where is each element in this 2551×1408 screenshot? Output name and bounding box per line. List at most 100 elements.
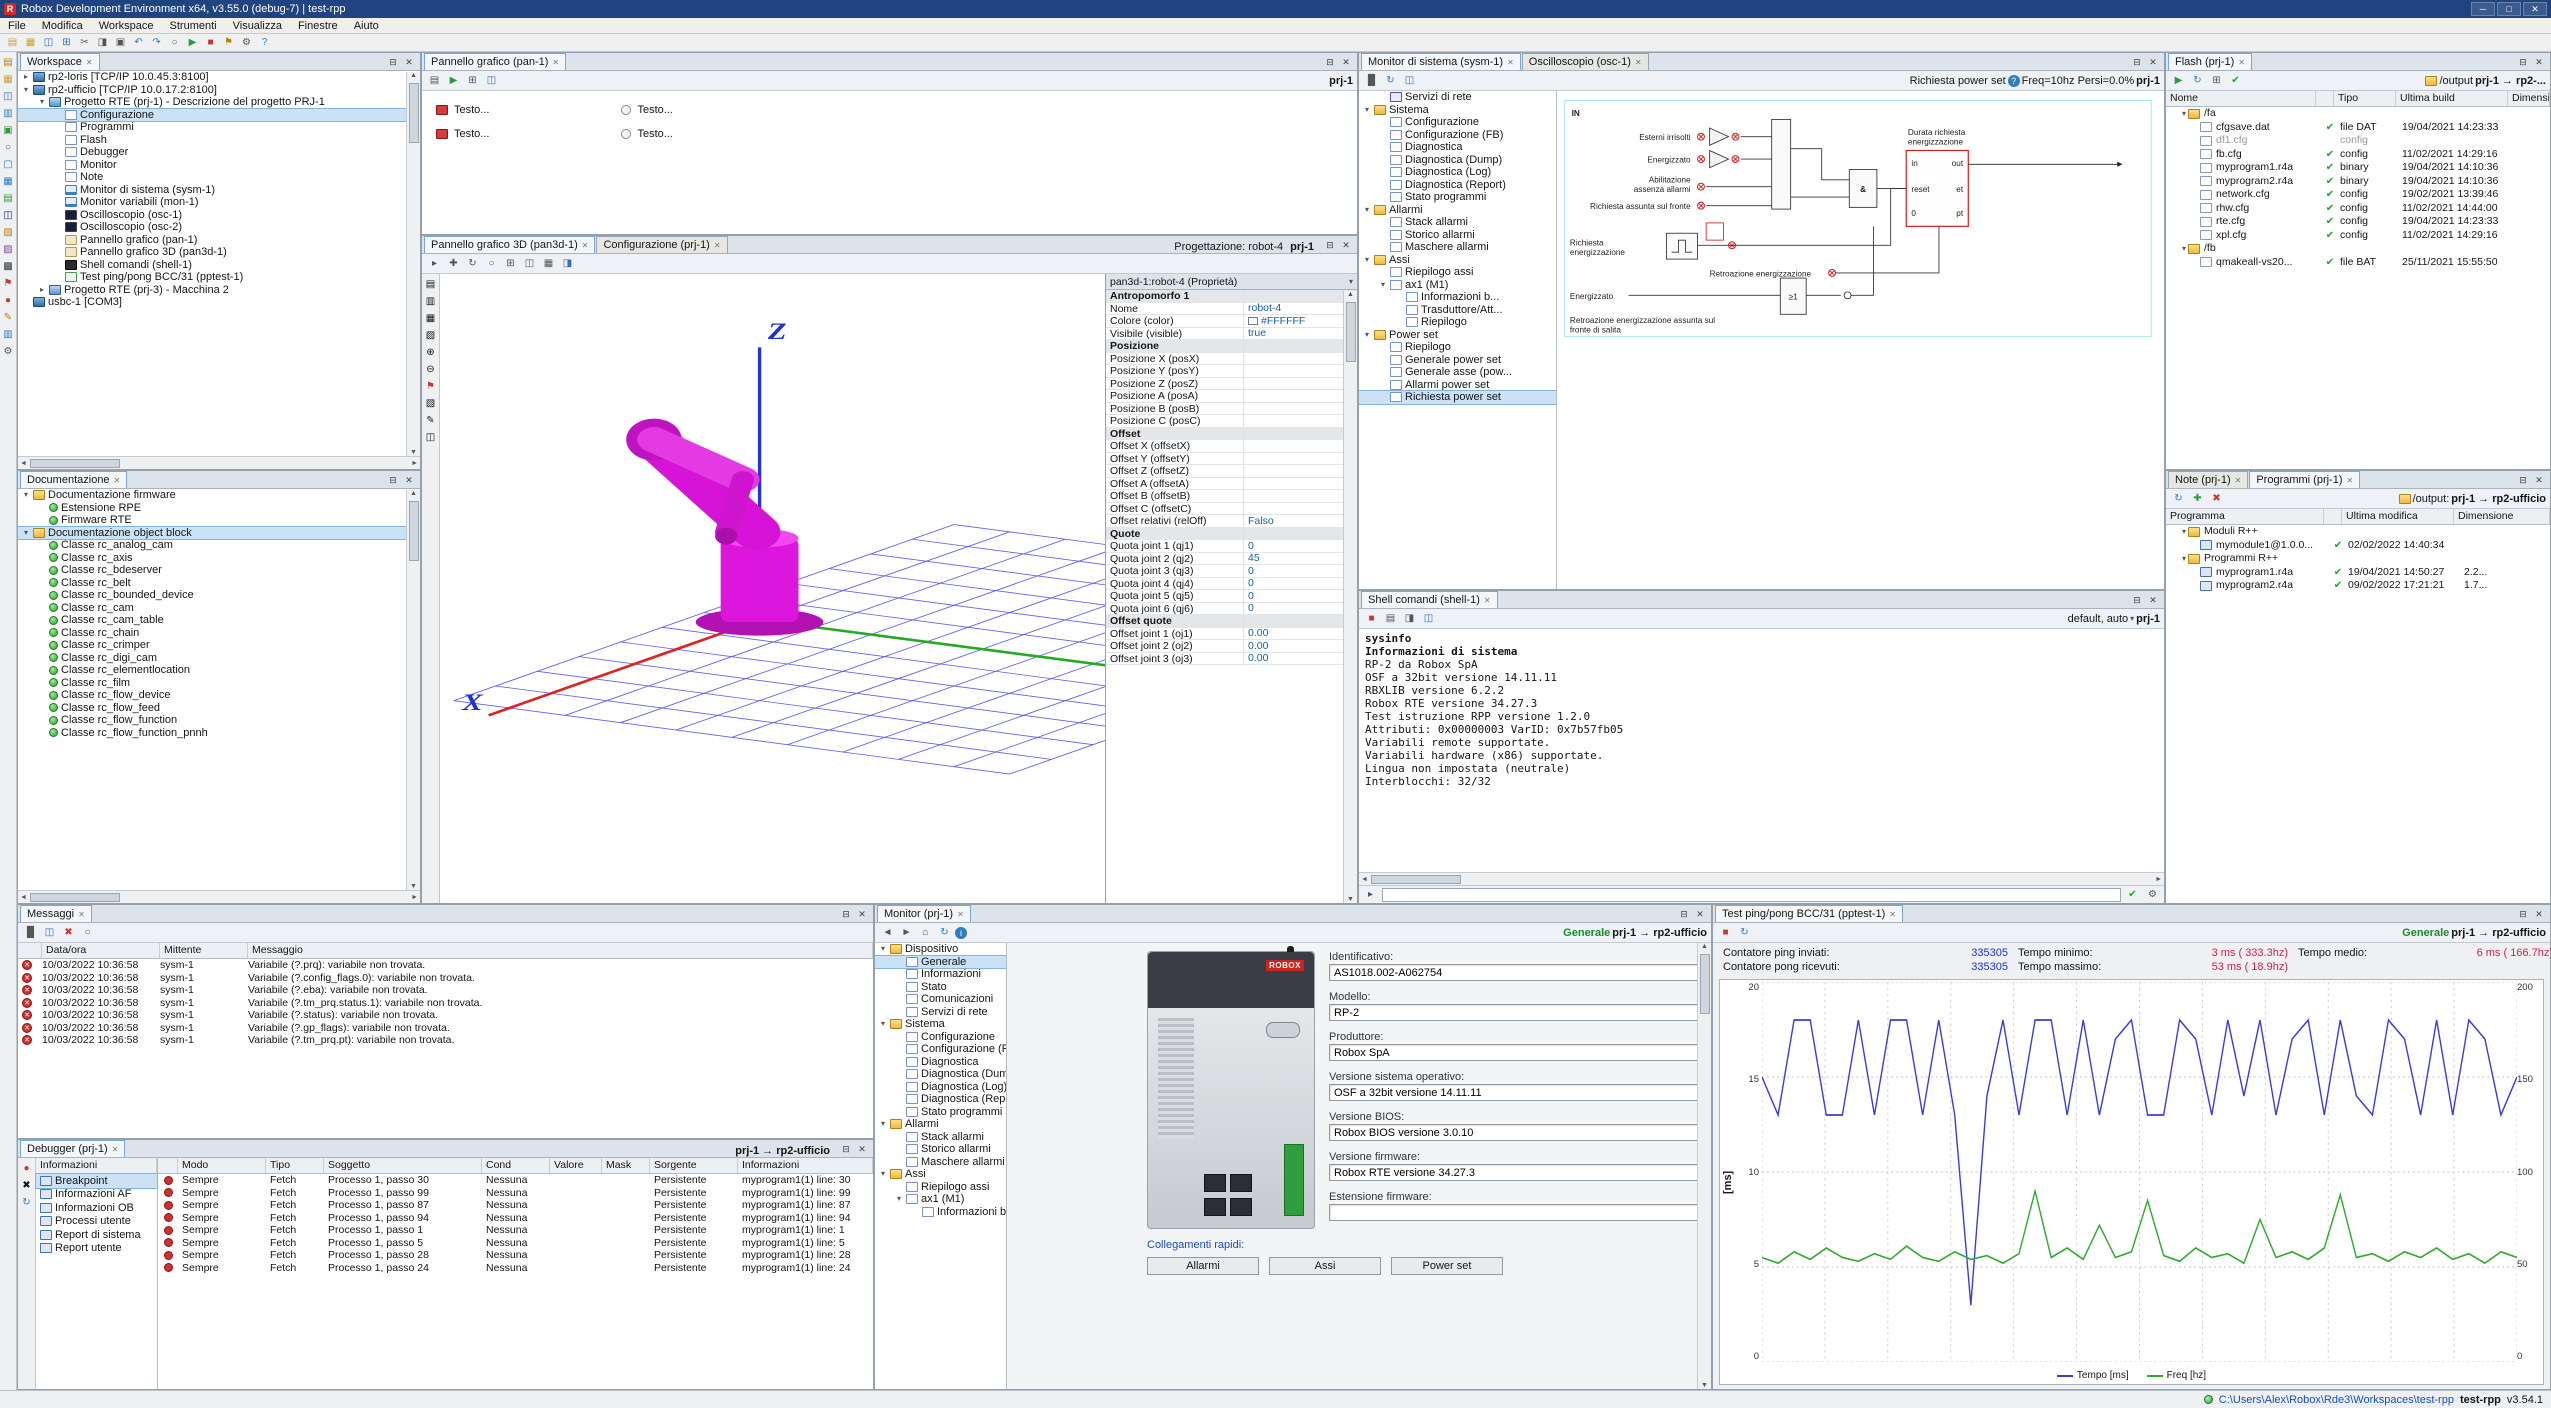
robot-model[interactable]	[626, 419, 823, 636]
property-row[interactable]: Quota joint 2 (qj2) 45	[1106, 553, 1357, 566]
select-tool-button[interactable]: ▸	[426, 256, 443, 272]
shell-console[interactable]: sysinfoInformazioni di sistemaRP-2 da Ro…	[1359, 629, 2164, 872]
zoom-in-button[interactable]: ⊕	[422, 344, 439, 361]
program-row[interactable]: Programmi R++	[2166, 552, 2550, 566]
float-panel-button[interactable]	[386, 56, 400, 69]
close-panel-button[interactable]	[2146, 56, 2160, 69]
float-panel-button[interactable]	[1323, 239, 1337, 252]
property-row[interactable]: Offset C (offsetC)	[1106, 503, 1357, 516]
refresh-debugger-button[interactable]: ↻	[18, 1194, 35, 1211]
home-button[interactable]: ⌂	[917, 925, 934, 941]
property-row[interactable]: Offset	[1106, 428, 1357, 441]
tree-item[interactable]: Documentazione firmware	[18, 489, 420, 502]
property-row[interactable]: Posizione	[1106, 340, 1357, 353]
float-panel-button[interactable]	[2130, 56, 2144, 69]
property-value[interactable]	[1244, 428, 1357, 440]
tree-item[interactable]: Configurazione	[18, 109, 420, 122]
breakpoint-icon[interactable]	[164, 1226, 173, 1235]
tree-item[interactable]: Classe rc_chain	[18, 627, 420, 640]
info-icon[interactable]: i	[955, 927, 967, 939]
help-icon[interactable]: ?	[2008, 75, 2020, 87]
field-value-input[interactable]	[1329, 1124, 1711, 1141]
undo-button[interactable]: ↶	[130, 35, 147, 51]
close-panel-button[interactable]	[2532, 908, 2546, 921]
tree-item[interactable]: Riepilogo assi	[1359, 266, 1556, 279]
view-side-button[interactable]: ▦	[422, 310, 439, 327]
breakpoint-icon[interactable]	[164, 1213, 173, 1222]
close-panel-button[interactable]	[402, 474, 416, 487]
stop-shell-button[interactable]: ■	[1363, 611, 1380, 627]
expander-icon[interactable]	[1363, 329, 1371, 341]
view-top-button[interactable]: ▤	[422, 276, 439, 293]
message-row[interactable]: 10/03/2022 10:36:58 sysm-1 Variabile (?.…	[18, 1034, 873, 1047]
tree-item[interactable]: Dispositivo	[875, 943, 1006, 956]
expander-icon[interactable]	[2180, 107, 2188, 120]
help-button[interactable]: ?	[256, 35, 273, 51]
tree-item[interactable]: rp2-loris [TCP/IP 10.0.45.3:8100]	[18, 71, 420, 84]
menu-item[interactable]: Strumenti	[162, 18, 225, 34]
debugger-view-item[interactable]: Informazioni OB	[36, 1201, 157, 1215]
close-panel-button[interactable]	[402, 56, 416, 69]
tree-item[interactable]: Monitor	[18, 159, 420, 172]
expander-icon[interactable]	[879, 943, 887, 955]
minimize-button[interactable]: ─	[2471, 2, 2495, 16]
breakpoint-icon[interactable]	[164, 1263, 173, 1272]
tree-item[interactable]: Stack allarmi	[875, 1131, 1006, 1144]
expander-icon[interactable]	[1363, 104, 1371, 116]
property-value[interactable]	[1244, 390, 1357, 402]
menu-item[interactable]: Modifica	[34, 18, 91, 34]
grid-button[interactable]: ⊞	[464, 73, 481, 89]
tree-item[interactable]: Shell comandi (shell-1)	[18, 259, 420, 272]
property-value[interactable]	[1244, 415, 1357, 427]
field-value-input[interactable]	[1329, 1164, 1711, 1181]
property-row[interactable]: Offset Z (offsetZ)	[1106, 465, 1357, 478]
file-row[interactable]: df1.cfg config	[2166, 134, 2550, 148]
close-panel-button[interactable]	[2532, 474, 2546, 487]
property-value[interactable]: 0.00	[1244, 640, 1357, 652]
close-panel-button[interactable]	[855, 1143, 869, 1156]
tree-item[interactable]: Diagnostica (Dump)	[875, 1068, 1006, 1081]
tree-item[interactable]: Monitor di sistema (sysm-1)	[18, 184, 420, 197]
tree-item[interactable]: Monitor variabili (mon-1)	[18, 196, 420, 209]
property-row[interactable]: Quote	[1106, 528, 1357, 541]
tree-item[interactable]: Classe rc_crimper	[18, 639, 420, 652]
tree-item[interactable]: Informazioni bas...	[875, 1206, 1006, 1219]
filter-messages-button[interactable]: ○	[79, 925, 96, 941]
expander-icon[interactable]	[2180, 242, 2188, 255]
radio-widget-icon[interactable]	[621, 105, 631, 115]
tab-flash[interactable]: Flash (prj-1)	[2168, 53, 2252, 70]
float-panel-button[interactable]	[2516, 474, 2530, 487]
close-tab-icon[interactable]	[1635, 56, 1642, 68]
settings-button[interactable]: ⚙	[238, 35, 255, 51]
cut-button[interactable]: ✂	[76, 35, 93, 51]
quick-link-button[interactable]: Power set	[1391, 1257, 1503, 1275]
documentation-icon[interactable]: ▥	[0, 105, 17, 122]
property-row[interactable]: Offset relativi (relOff) Falso	[1106, 515, 1357, 528]
tree-item[interactable]: Configurazione	[875, 1031, 1006, 1044]
text-widget-label[interactable]: Testo...	[454, 104, 489, 116]
export-monitor-button[interactable]: ◫	[1401, 73, 1418, 89]
tree-item[interactable]: Configurazione	[1359, 116, 1556, 129]
refresh-monitor-button[interactable]: ↻	[1382, 73, 1399, 89]
close-tab-icon[interactable]	[86, 56, 93, 68]
tree-item[interactable]: Riepilogo	[1359, 316, 1556, 329]
tree-item[interactable]: Storico allarmi	[1359, 229, 1556, 242]
menu-item[interactable]: Aiuto	[346, 18, 387, 34]
breakpoint-row[interactable]: Sempre Fetch Processo 1, passo 30 Nessun…	[158, 1174, 873, 1187]
tree-item[interactable]: Servizi di rete	[1359, 91, 1556, 104]
tree-item[interactable]: Diagnostica	[1359, 141, 1556, 154]
file-row[interactable]: /fa	[2166, 107, 2550, 121]
remove-breakpoint-button[interactable]: ✖	[18, 1177, 35, 1194]
property-value[interactable]	[1244, 403, 1357, 415]
flash-icon[interactable]: ⚑	[0, 275, 17, 292]
breakpoint-icon[interactable]	[164, 1176, 173, 1185]
pause-monitor-button[interactable]: ▐▌	[1363, 73, 1380, 89]
find-button[interactable]: ○	[166, 35, 183, 51]
property-value[interactable]	[1244, 365, 1357, 377]
tree-item[interactable]: Generale asse (pow...	[1359, 366, 1556, 379]
close-tab-icon[interactable]	[78, 908, 85, 920]
tab-shell-comandi[interactable]: Shell comandi (shell-1)	[1361, 591, 1498, 608]
tree-item[interactable]: Sistema	[875, 1018, 1006, 1031]
paste-button[interactable]: ▣	[112, 35, 129, 51]
restart-test-button[interactable]: ↻	[1736, 925, 1753, 941]
